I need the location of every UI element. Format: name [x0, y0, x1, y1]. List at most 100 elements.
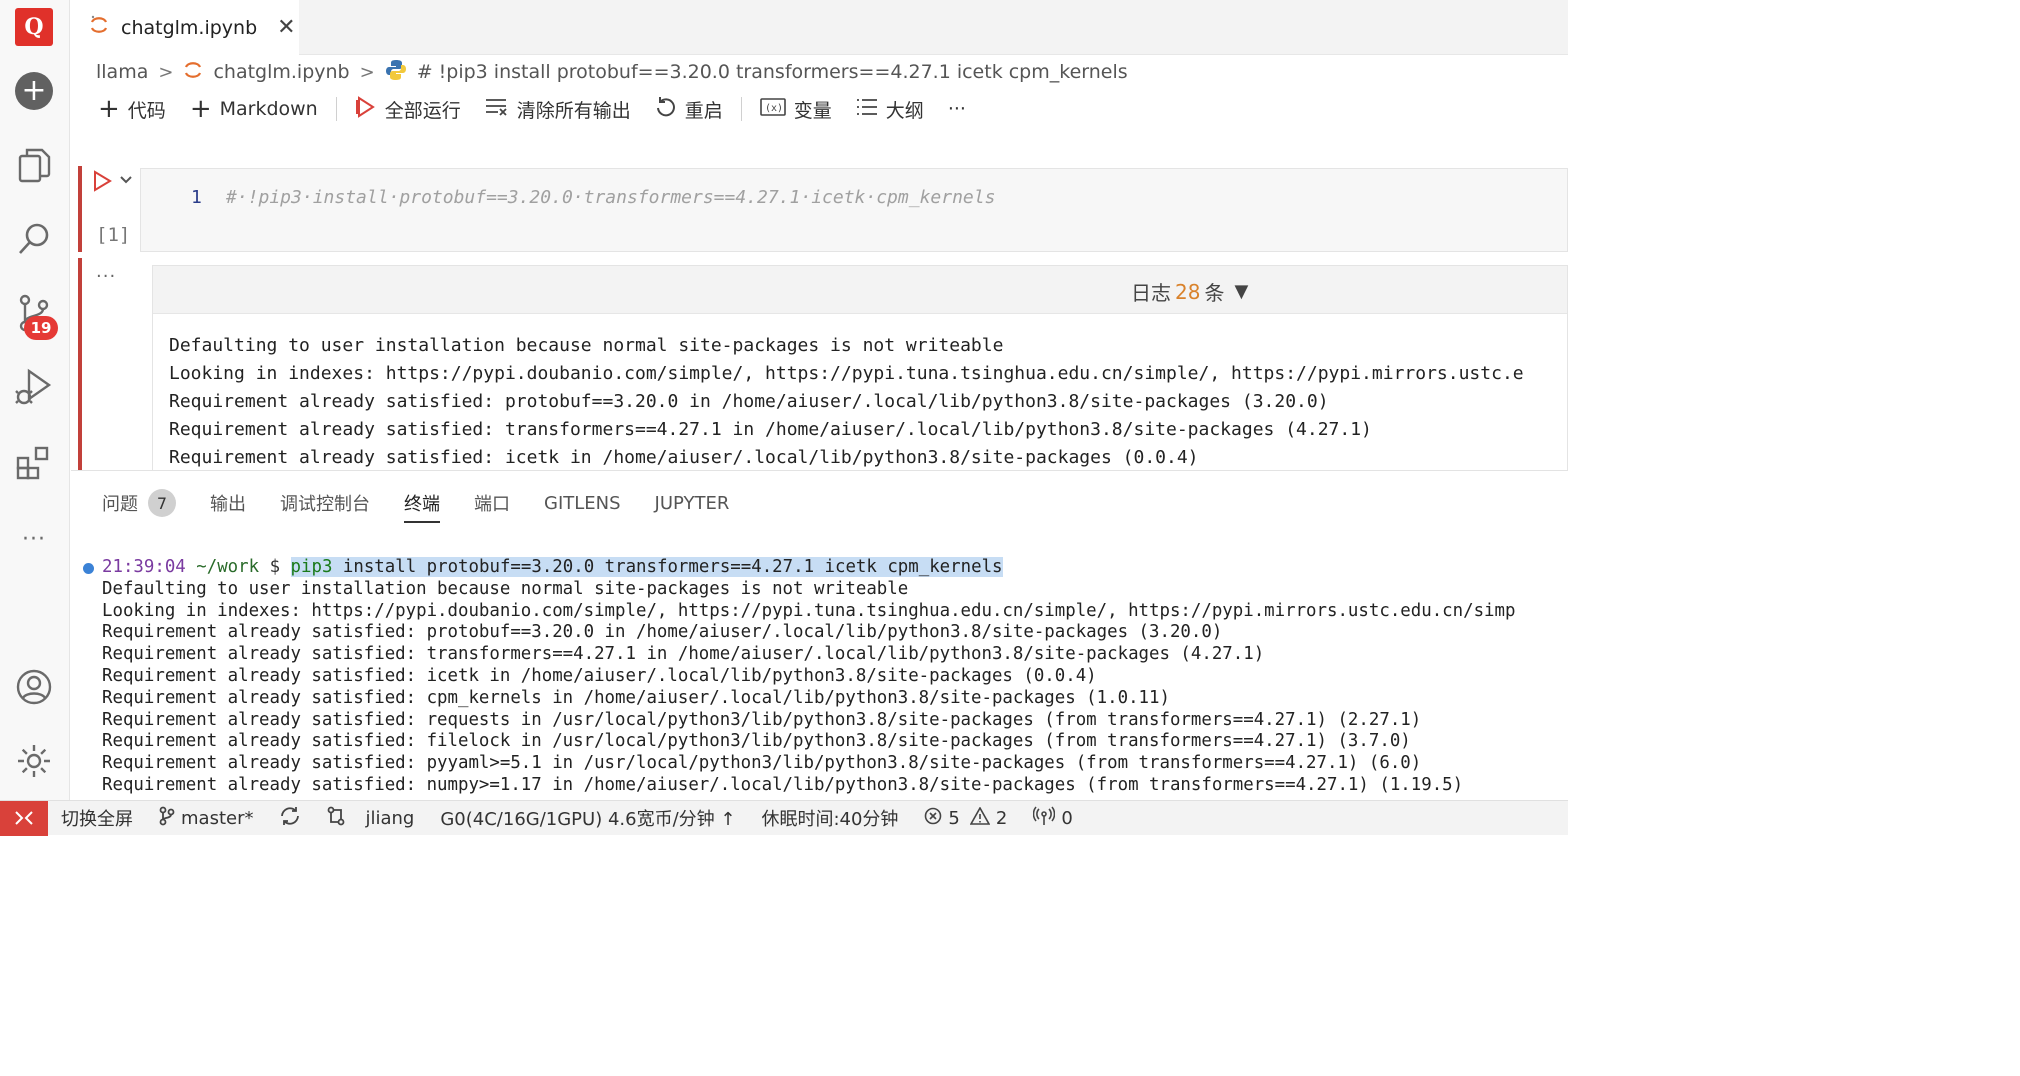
- prompt-time: 21:39:04: [102, 557, 186, 577]
- terminal-line: Requirement already satisfied: cpm_kerne…: [102, 687, 1170, 708]
- explorer-icon[interactable]: [13, 144, 55, 186]
- tab-terminal[interactable]: 终端: [404, 485, 440, 523]
- add-markdown-cell-button[interactable]: + Markdown: [178, 92, 330, 126]
- output-line: Requirement already satisfied: protobuf=…: [169, 391, 1329, 412]
- more-actions-button[interactable]: ···: [936, 92, 978, 126]
- restart-label: 重启: [684, 99, 723, 122]
- problems-status-button[interactable]: 5 2: [911, 805, 1020, 830]
- settings-gear-icon[interactable]: [13, 740, 55, 782]
- status-bar: 切换全屏 master* jliang G0(4C/16G/1GPU) 4.6宽…: [0, 800, 1568, 836]
- ports-status-button[interactable]: 0: [1020, 805, 1085, 831]
- jupyter-icon: [183, 59, 203, 86]
- terminal-line: Requirement already satisfied: filelock …: [102, 731, 1411, 752]
- notebook-toolbar: + 代码 + Markdown 全部运行 清除所有输出 重启 (x) 变量 大纲: [86, 92, 978, 126]
- jupyter-icon: [89, 14, 109, 41]
- terminal-line: Requirement already satisfied: pyyaml>=5…: [102, 753, 1422, 774]
- tab-chatglm-notebook[interactable]: chatglm.ipynb ✕: [71, 0, 299, 55]
- panel-tab-list: 问题 7 输出 调试控制台 终端 端口 GITLENS JUPYTER: [102, 485, 730, 523]
- terminal-line: Requirement already satisfied: numpy>=1.…: [102, 774, 1464, 795]
- new-item-button[interactable]: +: [15, 72, 53, 110]
- plus-icon: +: [189, 94, 212, 124]
- problems-count-badge: 7: [148, 489, 176, 517]
- chevron-right-icon: >: [359, 61, 375, 83]
- tab-problems[interactable]: 问题 7: [102, 485, 176, 521]
- machine-spec[interactable]: G0(4C/16G/1GPU) 4.6宽币/分钟 ↑: [427, 805, 748, 831]
- error-circle-icon: [924, 807, 942, 830]
- outline-list-icon: [856, 98, 878, 121]
- output-line: Defaulting to user installation because …: [169, 335, 1004, 356]
- code-cell-editor[interactable]: 1 #·!pip3·install·protobuf==3.20.0·trans…: [140, 168, 1568, 252]
- terminal[interactable]: 21:39:04 ~/work $ pip3 install protobuf=…: [71, 557, 1568, 797]
- output-focus-indicator: [78, 258, 82, 470]
- branch-name: master*: [181, 807, 254, 829]
- clear-all-icon: [485, 97, 509, 122]
- cell-output: 日志 28 条 ▼ Defaulting to user installatio…: [152, 265, 1568, 470]
- variables-button[interactable]: (x) 变量: [748, 92, 844, 126]
- prompt-symbol: $: [269, 557, 281, 577]
- outline-button[interactable]: 大纲: [844, 92, 936, 126]
- output-menu-button[interactable]: ···: [96, 266, 116, 287]
- output-lines: Defaulting to user installation because …: [169, 332, 1524, 470]
- toggle-fullscreen-button[interactable]: 切换全屏: [48, 805, 146, 831]
- outline-label: 大纲: [885, 99, 924, 122]
- account-icon[interactable]: [13, 666, 55, 708]
- tab-label: chatglm.ipynb: [121, 16, 258, 39]
- app-logo[interactable]: Q: [15, 8, 53, 46]
- warning-count: 2: [995, 807, 1008, 829]
- tab-debug-console[interactable]: 调试控制台: [280, 485, 370, 521]
- more-icon[interactable]: ···: [13, 518, 55, 560]
- extensions-icon[interactable]: [13, 442, 55, 484]
- terminal-prompt-line: 21:39:04 ~/work $ pip3 install protobuf=…: [71, 557, 1568, 579]
- sync-icon: [279, 806, 301, 831]
- restart-kernel-button[interactable]: 重启: [643, 92, 735, 126]
- breadcrumb: llama > chatglm.ipynb > # !pip3 install …: [96, 58, 1128, 86]
- cell-focus-indicator: [78, 166, 82, 252]
- tab-ports[interactable]: 端口: [474, 485, 510, 521]
- tab-jupyter[interactable]: JUPYTER: [655, 485, 730, 521]
- terminal-line: Requirement already satisfied: protobuf=…: [102, 622, 1223, 643]
- add-markdown-label: Markdown: [219, 98, 318, 120]
- run-cell-icon[interactable]: [92, 170, 112, 198]
- command-arguments: install protobuf==3.20.0 transformers==4…: [332, 557, 1003, 577]
- search-icon[interactable]: [13, 218, 55, 260]
- toolbar-divider: [740, 97, 742, 121]
- terminal-line: Requirement already satisfied: icetk in …: [102, 665, 1097, 686]
- clear-outputs-label: 清除所有输出: [516, 99, 631, 122]
- chevron-down-icon[interactable]: [119, 173, 133, 189]
- breadcrumb-cell[interactable]: # !pip3 install protobuf==3.20.0 transfo…: [417, 61, 1128, 83]
- close-tab-icon[interactable]: ✕: [277, 15, 295, 40]
- plus-icon: +: [98, 94, 120, 124]
- add-code-cell-button[interactable]: + 代码: [86, 92, 178, 126]
- terminal-line: Defaulting to user installation because …: [102, 578, 909, 599]
- breadcrumb-folder[interactable]: llama: [96, 61, 148, 83]
- run-all-button[interactable]: 全部运行: [343, 92, 473, 126]
- variables-icon: (x): [759, 97, 786, 122]
- output-line: Requirement already satisfied: icetk in …: [169, 447, 1199, 468]
- clear-outputs-button[interactable]: 清除所有输出: [473, 92, 643, 126]
- restart-icon: [655, 96, 677, 123]
- error-count: 5: [948, 807, 960, 829]
- warning-triangle-icon: [969, 805, 991, 830]
- sync-button[interactable]: [266, 806, 314, 831]
- code-line[interactable]: #·!pip3·install·protobuf==3.20.0·transfo…: [226, 187, 995, 208]
- remote-connection-icon[interactable]: [0, 800, 48, 836]
- tab-output[interactable]: 输出: [210, 485, 246, 521]
- toolbar-divider: [335, 97, 337, 121]
- git-compare-icon: [327, 806, 345, 831]
- log-suffix: 条: [1204, 281, 1225, 305]
- log-count: 28: [1175, 279, 1201, 304]
- git-branch-button[interactable]: master*: [146, 806, 266, 831]
- user-button[interactable]: jliang: [314, 806, 427, 831]
- ports-count: 0: [1061, 807, 1073, 829]
- command-status-dot-icon: [83, 563, 94, 574]
- run-debug-icon[interactable]: [13, 366, 55, 408]
- sleep-timer[interactable]: 休眠时间:40分钟: [748, 805, 911, 831]
- breadcrumb-file[interactable]: chatglm.ipynb: [213, 61, 349, 83]
- terminal-line: Looking in indexes: https://pypi.doubani…: [102, 600, 1516, 621]
- output-line: Looking in indexes: https://pypi.doubani…: [169, 363, 1524, 384]
- chevron-right-icon: >: [158, 61, 174, 83]
- tab-gitlens[interactable]: GITLENS: [544, 485, 621, 521]
- log-summary-toggle[interactable]: 日志 28 条 ▼: [1131, 277, 1248, 306]
- broadcast-icon: [1033, 805, 1056, 831]
- variables-label: 变量: [793, 99, 832, 122]
